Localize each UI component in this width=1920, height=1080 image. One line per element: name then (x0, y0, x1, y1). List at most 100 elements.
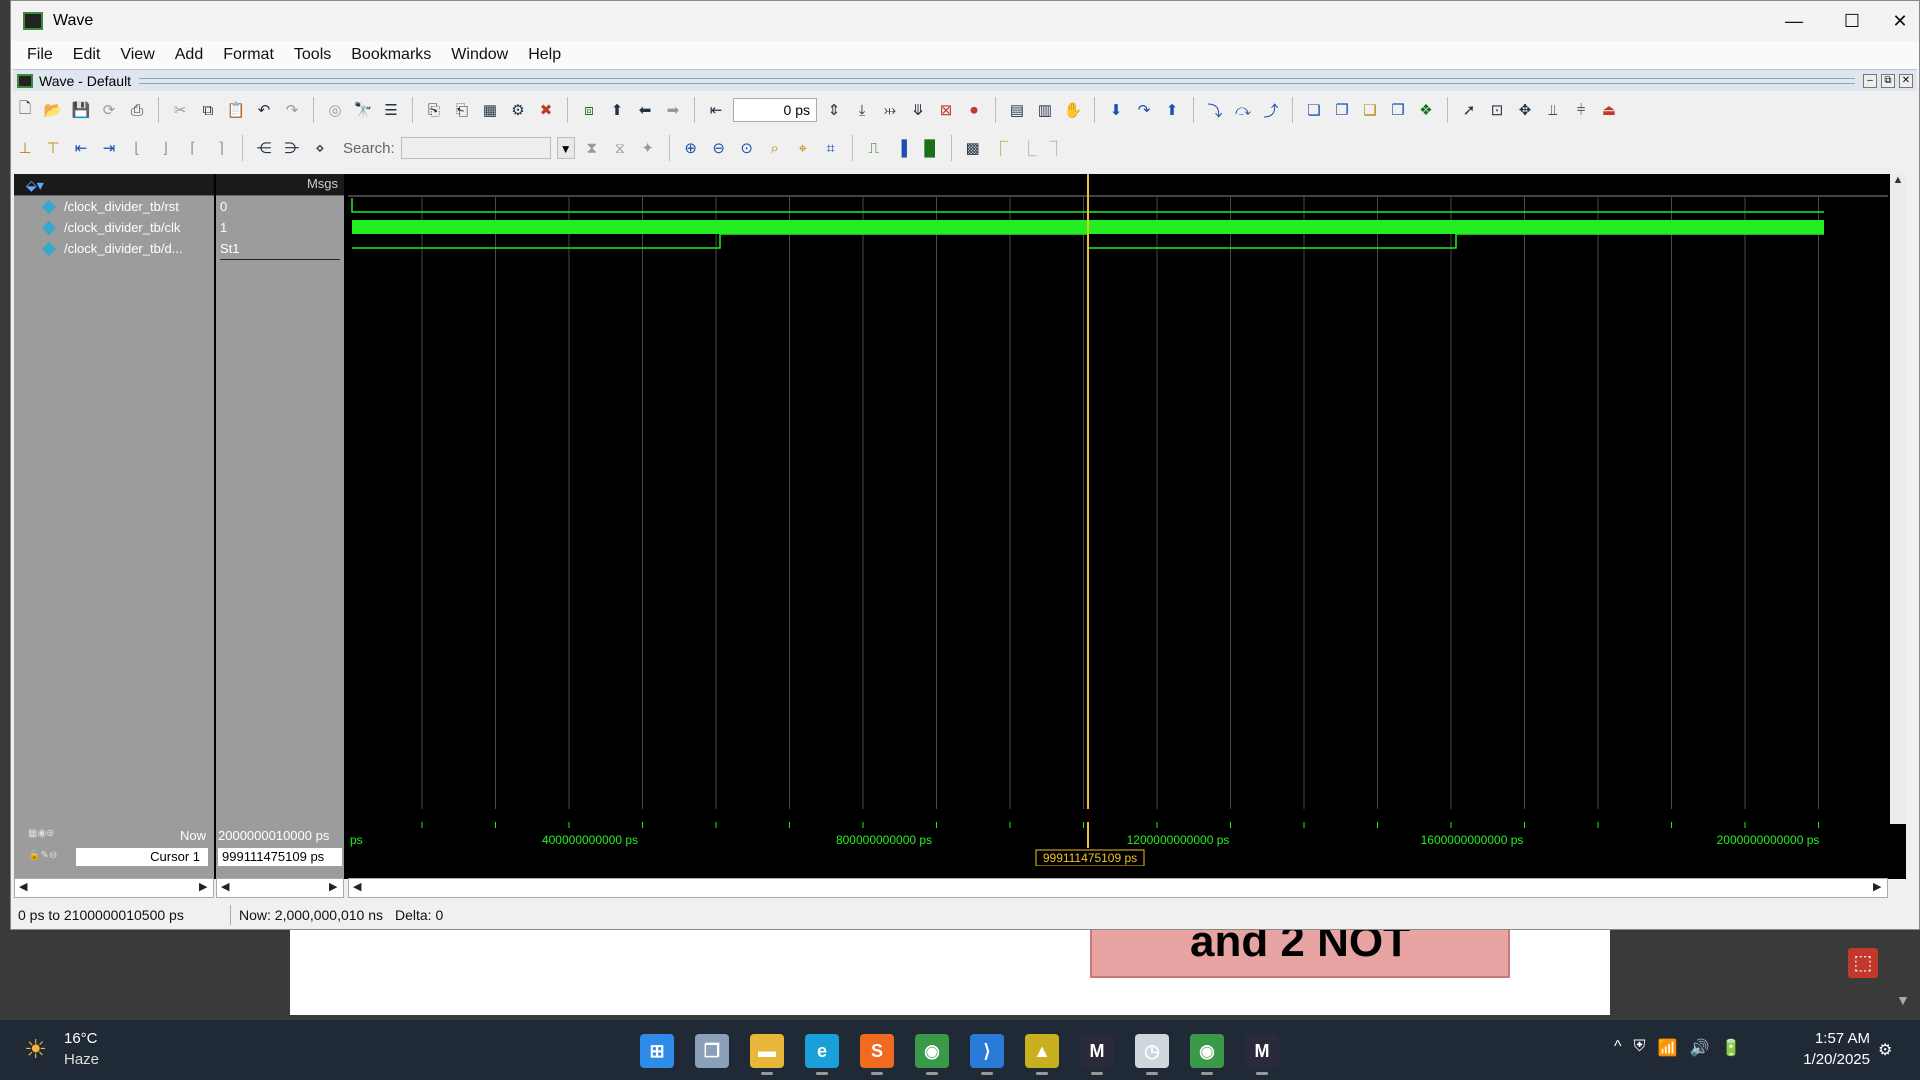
timeline-ruler[interactable]: ps 400000000000 ps 800000000000 ps 12000… (348, 822, 1888, 866)
taskbar-file-explorer-icon[interactable]: ▬ (750, 1034, 784, 1068)
menu-edit[interactable]: Edit (63, 46, 111, 64)
zoom-mode-icon[interactable]: ⊡ (1486, 99, 1508, 121)
minimize-button[interactable]: — (1765, 1, 1823, 41)
signal-names-pane[interactable]: ⬙▾ /clock_divider_tb/rst /clock_divider_… (14, 174, 214, 879)
menu-tools[interactable]: Tools (284, 46, 341, 64)
values-hscrollbar[interactable]: ◀ ▶ (216, 878, 344, 898)
zoom-range-icon[interactable]: ⌖ (792, 137, 814, 159)
menu-window[interactable]: Window (441, 46, 518, 64)
taskbar-chrome-icon[interactable]: ◉ (915, 1034, 949, 1068)
step-into-icon[interactable]: ⬇ (1105, 99, 1127, 121)
scroll-left-icon[interactable]: ◀ (221, 880, 229, 893)
cursor-lock-icon[interactable]: 🔒✎⊖ (28, 850, 57, 861)
scroll-up-icon[interactable]: ▲ (1890, 174, 1906, 190)
search-next-icon[interactable]: ⧖ (609, 137, 631, 159)
paste-icon[interactable]: 📋 (225, 99, 247, 121)
taskbar-modelsim-1-icon[interactable]: M (1080, 1034, 1114, 1068)
open-icon[interactable]: 📂 (42, 99, 64, 121)
run-length-input[interactable]: 0 ps (733, 98, 817, 122)
find-icon[interactable]: 🔭 (352, 99, 374, 121)
names-hscrollbar[interactable]: ◀ ▶ (14, 878, 214, 898)
expand-icon[interactable]: ⋄ (309, 137, 331, 159)
break-icon[interactable]: ✖ (535, 99, 557, 121)
zoom-last-icon[interactable]: ⌗ (820, 137, 842, 159)
subwindow-minimize-button[interactable]: – (1863, 73, 1877, 88)
abort-icon[interactable]: ⏺ (963, 99, 985, 121)
scroll-right-icon[interactable]: ▶ (1873, 880, 1881, 893)
dataflow-icon[interactable]: ▤ (1006, 99, 1028, 121)
edge-3-icon[interactable]: ⌈ (182, 137, 204, 159)
zoom-out-icon[interactable]: ⊖ (708, 137, 730, 159)
notification-icon[interactable]: ⚙ (1878, 1040, 1892, 1060)
waveform-canvas[interactable] (348, 174, 1888, 809)
signal-values-pane[interactable]: Msgs 0 1 St1 (216, 174, 344, 879)
layout-1-icon[interactable]: ❏ (1303, 99, 1325, 121)
scroll-left-icon[interactable]: ◀ (353, 880, 361, 893)
cursor-value[interactable]: 999111475109 ps (218, 848, 342, 866)
search-prev-icon[interactable]: ⧗ (581, 137, 603, 159)
wave-style-2-icon[interactable]: ⎾ (990, 137, 1012, 159)
step-over-dropdown-icon[interactable]: ⤼ (1232, 99, 1254, 121)
defender-icon[interactable]: ⛨ (1634, 1038, 1646, 1058)
select-mode-icon[interactable]: ➚ (1458, 99, 1480, 121)
subwindow-titlebar[interactable]: Wave - Default – ⧉ ✕ (13, 69, 1917, 91)
exit-icon[interactable]: ⏏ (1598, 99, 1620, 121)
signal-row-rst[interactable]: /clock_divider_tb/rst (14, 196, 214, 217)
menu-add[interactable]: Add (165, 46, 213, 64)
menu-format[interactable]: Format (213, 46, 284, 64)
delete-cursor-icon[interactable]: ⊤ (42, 137, 64, 159)
menu-file[interactable]: File (17, 46, 63, 64)
forward-arrow-icon[interactable]: ➡ (662, 99, 684, 121)
taskbar-task-view-icon[interactable]: ❐ (695, 1034, 729, 1068)
taskbar-edge-icon[interactable]: e (805, 1034, 839, 1068)
close-button[interactable]: ✕ (1871, 1, 1920, 41)
layout-4-icon[interactable]: ❒ (1387, 99, 1409, 121)
wave-style-1-icon[interactable]: ▩ (962, 137, 984, 159)
new-icon[interactable]: 🗋 (14, 99, 36, 121)
trace-forward-icon[interactable]: ⋺ (281, 137, 303, 159)
taskbar-modelsim-2-icon[interactable]: M (1245, 1034, 1279, 1068)
insert-cursor-icon[interactable]: ⊥ (14, 137, 36, 159)
battery-icon[interactable]: 🔋 (1721, 1038, 1741, 1058)
pan-mode-icon[interactable]: ✥ (1514, 99, 1536, 121)
restart-icon[interactable]: ⇤ (705, 99, 727, 121)
wave-format-3-icon[interactable]: █ (919, 137, 941, 159)
search-dropdown[interactable]: ▼ (556, 137, 575, 159)
spin-arrows-icon[interactable]: ⇕ (823, 99, 845, 121)
taskbar-clock-app-icon[interactable]: ◷ (1135, 1034, 1169, 1068)
hand-icon[interactable]: ✋ (1062, 99, 1084, 121)
pdf-icon[interactable]: ⬚ (1848, 948, 1878, 978)
run-all-icon[interactable]: ⤋ (907, 99, 929, 121)
breakpoint-icon[interactable]: ◎ (324, 99, 346, 121)
layout-2-icon[interactable]: ❐ (1331, 99, 1353, 121)
trace-back-icon[interactable]: ⋲ (253, 137, 275, 159)
undo-icon[interactable]: ↶ (253, 99, 275, 121)
prev-edge-icon[interactable]: ⇤ (70, 137, 92, 159)
edge-1-icon[interactable]: ⌊ (126, 137, 148, 159)
menu-bookmarks[interactable]: Bookmarks (341, 46, 441, 64)
vertical-scrollbar[interactable]: ▲ (1890, 174, 1906, 824)
now-icons[interactable]: ▦◉⊕ (28, 828, 55, 839)
volume-icon[interactable]: 🔊 (1689, 1038, 1709, 1058)
simulate-icon[interactable]: ⚙ (507, 99, 529, 121)
weather-description[interactable]: Haze (64, 1051, 99, 1068)
title-bar[interactable]: Wave — ☐ ✕ (11, 1, 1919, 41)
signal-row-divided[interactable]: /clock_divider_tb/d... (14, 238, 214, 259)
menu-view[interactable]: View (110, 46, 164, 64)
back-arrow-icon[interactable]: ⬅ (634, 99, 656, 121)
search-input[interactable] (400, 137, 551, 159)
copy-icon[interactable]: ⧉ (197, 99, 219, 121)
zoom-full-icon[interactable]: ⊙ (736, 137, 758, 159)
wifi-icon[interactable]: 📶 (1658, 1038, 1678, 1058)
print-icon[interactable]: ⎙ (126, 99, 148, 121)
zoom-in-icon[interactable]: ⊕ (680, 137, 702, 159)
wave-style-4-icon[interactable]: ⏋ (1046, 137, 1068, 159)
step-out-dropdown-icon[interactable]: ⤴ (1260, 99, 1282, 121)
step-out-icon[interactable]: ⬆ (1161, 99, 1183, 121)
scroll-down-icon[interactable]: ▼ (1896, 992, 1910, 1008)
save-icon[interactable]: 💾 (70, 99, 92, 121)
zoom-cursor-icon[interactable]: ⌕ (764, 137, 786, 159)
step-over-icon[interactable]: ↷ (1133, 99, 1155, 121)
search-options-icon[interactable]: ✦ (637, 137, 659, 159)
taskbar-start-icon[interactable]: ⊞ (640, 1034, 674, 1068)
